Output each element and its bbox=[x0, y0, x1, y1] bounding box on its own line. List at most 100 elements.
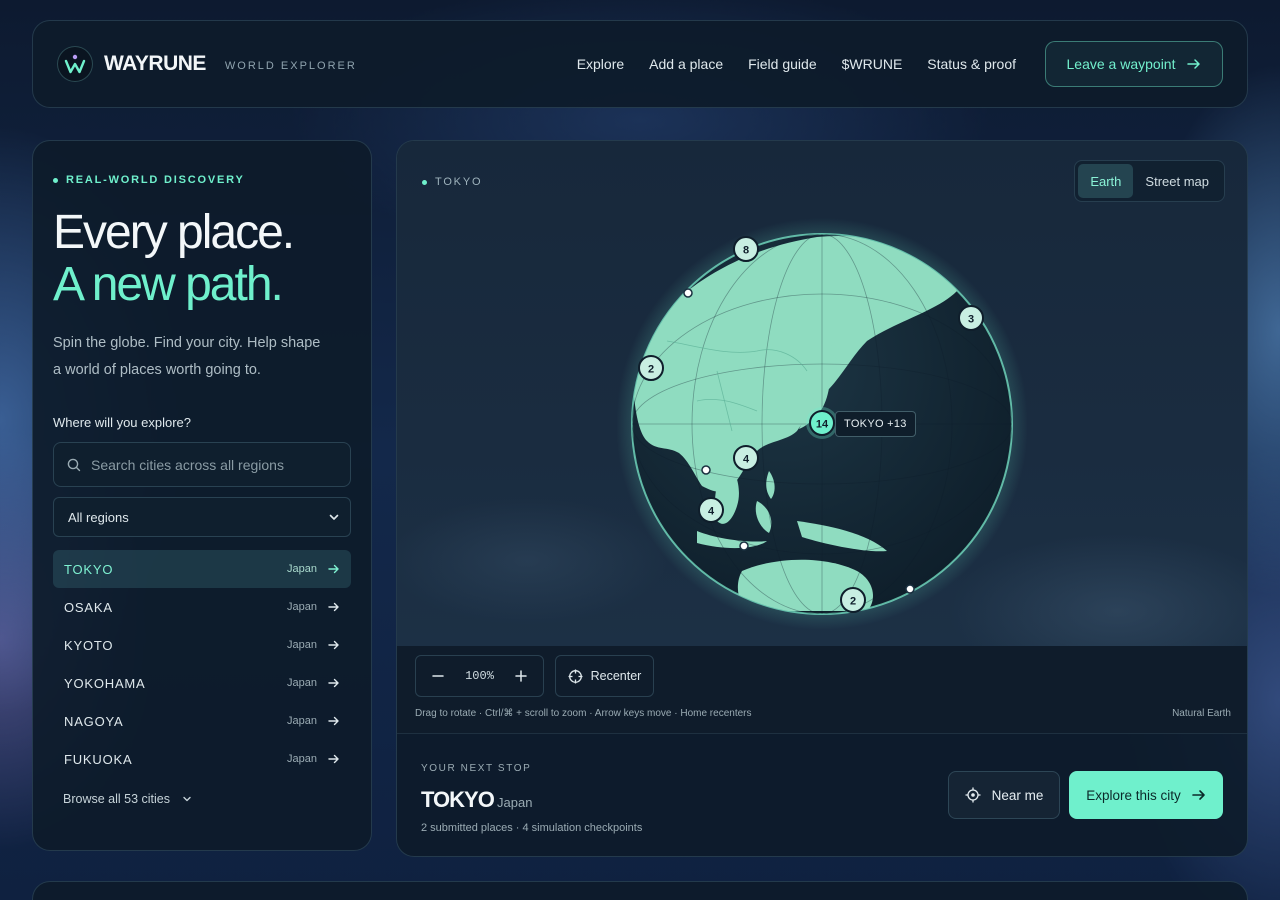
arrow-right-icon bbox=[1191, 790, 1205, 800]
hero-line-2: A new path. bbox=[53, 258, 284, 311]
nav-add-place[interactable]: Add a place bbox=[649, 56, 723, 72]
city-name: TOKYO bbox=[64, 561, 114, 577]
view-earth-button[interactable]: Earth bbox=[1078, 164, 1134, 198]
region-select[interactable]: All regions bbox=[53, 497, 351, 537]
cluster-count: 3 bbox=[968, 314, 974, 326]
city-search-box[interactable] bbox=[53, 442, 351, 487]
arrow-right-icon bbox=[328, 602, 339, 612]
recenter-label: Recenter bbox=[590, 669, 642, 683]
browse-all-label: Browse all 53 cities bbox=[63, 792, 170, 806]
leave-waypoint-label: Leave a waypoint bbox=[1066, 56, 1176, 72]
cluster-marker[interactable]: 4 bbox=[733, 445, 759, 471]
city-country: Japan bbox=[287, 753, 317, 765]
top-header: WAYRUNE WORLD EXPLORER Explore Add a pla… bbox=[32, 20, 1248, 108]
city-row-yokohama[interactable]: YOKOHAMA Japan bbox=[53, 664, 351, 702]
arrow-right-icon bbox=[328, 564, 339, 574]
zoom-out-button[interactable] bbox=[430, 666, 446, 687]
accent-dot-icon bbox=[53, 177, 58, 183]
nav-field-guide[interactable]: Field guide bbox=[748, 56, 817, 72]
city-country: Japan bbox=[287, 677, 317, 689]
zoom-in-button[interactable] bbox=[513, 666, 529, 687]
view-street-map-button[interactable]: Street map bbox=[1133, 164, 1221, 198]
next-stop-country: Japan bbox=[497, 795, 533, 810]
city-row-kyoto[interactable]: KYOTO Japan bbox=[53, 626, 351, 664]
place-dot[interactable] bbox=[739, 541, 749, 551]
tokyo-tooltip: TOKYO +13 bbox=[835, 411, 916, 437]
map-controls: 100% Recenter Drag to rotate · Ctrl/⌘ + … bbox=[397, 646, 1247, 734]
next-stop-section: YOUR NEXT STOP TOKYO Japan 2 submitted p… bbox=[397, 734, 1247, 856]
city-country: Japan bbox=[287, 563, 317, 575]
arrow-right-icon bbox=[328, 754, 339, 764]
city-list: TOKYO Japan OSAKA Japan KYOTO Japan YOKO… bbox=[53, 550, 351, 778]
cluster-count: 8 bbox=[743, 245, 749, 257]
arrow-right-icon bbox=[1187, 59, 1201, 69]
city-name: NAGOYA bbox=[64, 713, 124, 729]
cluster-count: 2 bbox=[648, 364, 654, 376]
near-me-label: Near me bbox=[991, 787, 1044, 803]
near-me-button[interactable]: Near me bbox=[948, 771, 1060, 819]
nav-token[interactable]: $WRUNE bbox=[842, 56, 903, 72]
cluster-marker[interactable]: 3 bbox=[958, 305, 984, 331]
zoom-level: 100% bbox=[465, 669, 494, 683]
region-select-value: All regions bbox=[68, 509, 129, 525]
hero-subtitle: Spin the globe. Find your city. Help sha… bbox=[53, 330, 351, 384]
cluster-count: 2 bbox=[850, 596, 856, 608]
city-country: Japan bbox=[287, 639, 317, 651]
globe-viewport[interactable]: 8 3 2 14 4 4 2 TOKYO +13 TOKYO Earth Str… bbox=[397, 141, 1248, 646]
next-stop-eyebrow: YOUR NEXT STOP bbox=[421, 763, 532, 774]
arrow-right-icon bbox=[328, 716, 339, 726]
logo-icon bbox=[57, 46, 93, 82]
cluster-count: 14 bbox=[816, 419, 829, 431]
hero-line-1: Every place. bbox=[53, 206, 295, 259]
city-name: FUKUOKA bbox=[64, 751, 133, 767]
cluster-marker[interactable]: 2 bbox=[840, 587, 866, 613]
discovery-eyebrow: REAL-WORLD DISCOVERY bbox=[53, 174, 351, 186]
subtitle-line-1: Spin the globe. Find your city. Help sha… bbox=[53, 335, 321, 351]
explore-city-button[interactable]: Explore this city bbox=[1069, 771, 1223, 819]
cluster-marker[interactable]: 2 bbox=[638, 355, 664, 381]
brand-tagline: WORLD EXPLORER bbox=[224, 59, 357, 72]
recenter-button[interactable]: Recenter bbox=[555, 655, 654, 697]
map-hint: Drag to rotate · Ctrl/⌘ + scroll to zoom… bbox=[415, 708, 752, 719]
browse-all-cities-button[interactable]: Browse all 53 cities bbox=[63, 792, 351, 806]
globe-panel: 8 3 2 14 4 4 2 TOKYO +13 TOKYO Earth Str… bbox=[396, 140, 1248, 857]
nav-status-proof[interactable]: Status & proof bbox=[927, 56, 1016, 72]
city-row-fukuoka[interactable]: FUKUOKA Japan bbox=[53, 740, 351, 778]
location-target-icon bbox=[965, 787, 981, 803]
location-text: TOKYO bbox=[435, 176, 483, 188]
cluster-count: 4 bbox=[743, 454, 750, 466]
crosshair-icon bbox=[568, 669, 583, 683]
plus-icon bbox=[515, 669, 527, 682]
chevron-down-icon bbox=[183, 796, 191, 802]
cluster-count: 4 bbox=[708, 506, 715, 518]
view-toggle: Earth Street map bbox=[1074, 160, 1225, 202]
leave-waypoint-button[interactable]: Leave a waypoint bbox=[1045, 41, 1223, 87]
explore-question: Where will you explore? bbox=[53, 415, 192, 430]
cluster-marker-tokyo[interactable]: 14 bbox=[806, 407, 838, 439]
city-row-osaka[interactable]: OSAKA Japan bbox=[53, 588, 351, 626]
city-name: KYOTO bbox=[64, 637, 114, 653]
city-name: OSAKA bbox=[64, 599, 113, 615]
map-location-label: TOKYO bbox=[422, 176, 482, 188]
chevron-down-icon bbox=[329, 514, 339, 520]
place-dot[interactable] bbox=[701, 465, 711, 475]
nav-explore[interactable]: Explore bbox=[577, 56, 624, 72]
map-source: Natural Earth bbox=[1172, 708, 1231, 719]
next-stop-meta: 2 submitted places · 4 simulation checkp… bbox=[421, 822, 643, 834]
city-row-nagoya[interactable]: NAGOYA Japan bbox=[53, 702, 351, 740]
eyebrow-text: REAL-WORLD DISCOVERY bbox=[66, 174, 245, 186]
place-dot[interactable] bbox=[905, 584, 915, 594]
globe-svg[interactable]: 8 3 2 14 4 4 2 bbox=[397, 141, 1248, 646]
brand-name: WAYRUNE bbox=[104, 52, 206, 75]
zoom-control: 100% bbox=[415, 655, 544, 697]
city-search-input[interactable] bbox=[91, 456, 341, 473]
city-row-tokyo[interactable]: TOKYO Japan bbox=[53, 550, 351, 588]
cluster-marker[interactable]: 8 bbox=[733, 236, 759, 262]
discovery-sidebar: REAL-WORLD DISCOVERY Every place. A new … bbox=[32, 140, 372, 851]
place-dot[interactable] bbox=[683, 288, 693, 298]
explore-city-label: Explore this city bbox=[1086, 787, 1181, 803]
arrow-right-icon bbox=[328, 678, 339, 688]
city-country: Japan bbox=[287, 715, 317, 727]
city-name: YOKOHAMA bbox=[64, 675, 146, 691]
cluster-marker[interactable]: 4 bbox=[698, 497, 724, 523]
